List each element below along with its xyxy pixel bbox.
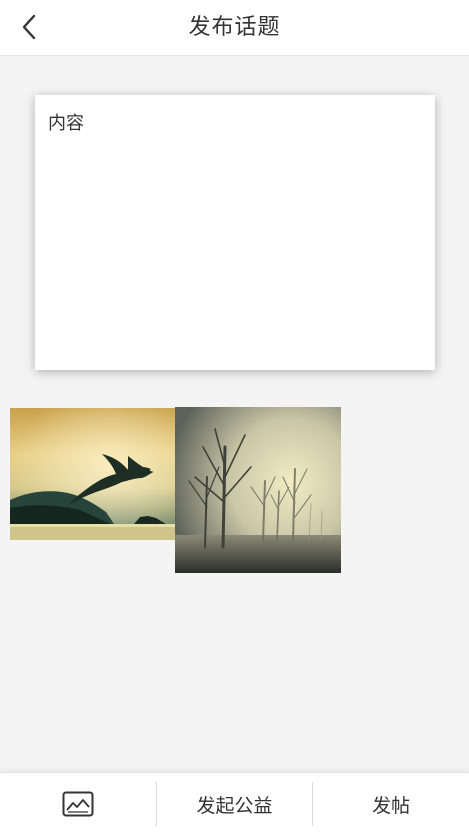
photo-thumbnail-seagull[interactable] (10, 408, 176, 540)
foggy-trees-photo (175, 407, 341, 573)
seagull-photo (10, 408, 176, 540)
page-title: 发布话题 (188, 15, 281, 40)
start-charity-button[interactable]: 发起公益 (157, 773, 313, 834)
bottom-action-bar: 发起公益 发帖 (0, 772, 469, 834)
content-card (35, 95, 435, 370)
publish-topic-page: 发布话题 内容 发起公益 发帖 (0, 0, 469, 834)
photo-thumbnail-foggy-trees[interactable] (175, 407, 341, 573)
top-nav-bar: 发布话题 (0, 0, 469, 56)
post-button[interactable]: 发帖 (313, 773, 469, 834)
add-image-button[interactable] (0, 773, 156, 834)
content-textarea[interactable] (35, 95, 435, 370)
image-icon (62, 791, 94, 817)
